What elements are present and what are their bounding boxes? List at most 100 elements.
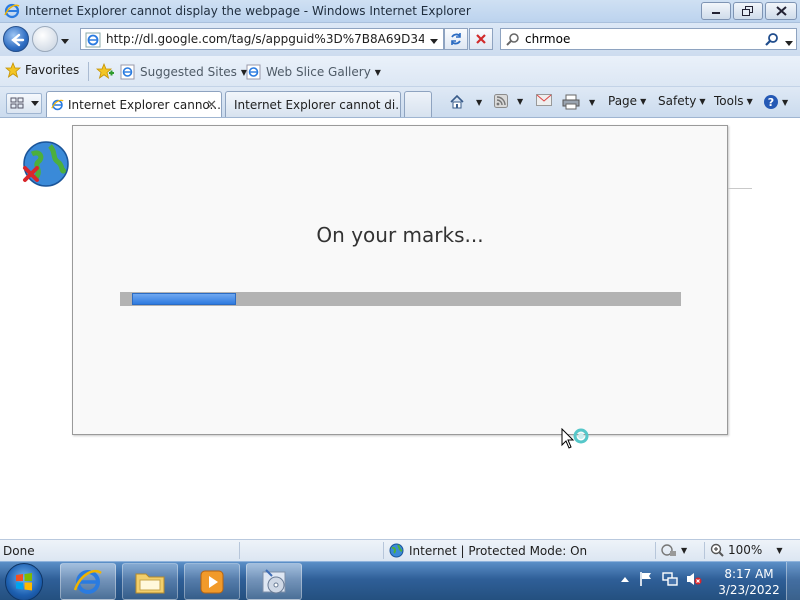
action-center-flag-icon[interactable] — [638, 571, 654, 587]
read-mail-button[interactable] — [536, 94, 552, 106]
tab-label: Internet Explorer canno... — [68, 97, 221, 112]
search-options-dropdown-icon[interactable] — [785, 35, 793, 49]
new-tab-button[interactable] — [404, 91, 432, 117]
globe-error-icon — [22, 140, 70, 191]
tools-menu-button[interactable]: Tools ▼ — [714, 94, 753, 108]
taskbar-internet-explorer[interactable] — [60, 563, 116, 600]
taskbar-clock[interactable]: 8:17 AM 3/23/2022 — [716, 566, 782, 598]
rss-icon — [494, 94, 508, 108]
ie-icon — [73, 569, 102, 594]
favorites-label: Favorites — [25, 63, 80, 77]
address-field[interactable]: http://dl.google.com/tag/s/appguid%3D%7B… — [80, 28, 444, 50]
favorites-separator — [88, 62, 89, 81]
chevron-down-icon: ▼ — [776, 545, 783, 555]
minimize-button[interactable] — [701, 2, 731, 20]
tools-menu-label: Tools — [714, 94, 744, 108]
address-dropdown-icon[interactable] — [429, 34, 439, 48]
network-icon[interactable] — [662, 571, 678, 587]
back-button[interactable] — [3, 26, 29, 52]
zoom-button[interactable]: 100% ▼ — [710, 543, 782, 557]
print-button[interactable]: ▼ — [562, 94, 595, 110]
progress-bar — [120, 292, 681, 306]
search-box[interactable] — [500, 28, 797, 50]
refresh-icon — [451, 33, 461, 45]
busy-cursor-icon — [561, 427, 591, 455]
suggested-sites-link[interactable]: Suggested Sites ▼ — [120, 64, 247, 80]
stop-button[interactable] — [469, 28, 493, 50]
start-button[interactable] — [5, 563, 43, 600]
title-bar: Internet Explorer cannot display the web… — [0, 0, 800, 23]
close-button[interactable] — [765, 2, 797, 20]
recent-pages-dropdown-icon[interactable] — [60, 34, 70, 48]
search-provider-icon — [506, 32, 520, 49]
chevron-down-icon: ▼ — [640, 96, 647, 106]
clock-time: 8:17 AM — [724, 567, 774, 581]
show-desktop-button[interactable] — [786, 562, 800, 600]
security-status-button[interactable]: ▼ — [661, 543, 687, 557]
printer-icon — [562, 94, 580, 110]
forward-button[interactable] — [32, 26, 58, 52]
help-icon: ? — [764, 95, 778, 109]
ie-page-icon — [120, 64, 135, 80]
clock-date: 3/23/2022 — [718, 583, 780, 597]
safety-menu-label: Safety — [658, 94, 697, 108]
page-menu-button[interactable]: Page ▼ — [608, 94, 646, 108]
folder-icon — [135, 573, 165, 593]
volume-muted-icon[interactable] — [686, 571, 702, 587]
url-text: http://dl.google.com/tag/s/appguid%3D%7B… — [106, 32, 424, 46]
window-title: Internet Explorer cannot display the web… — [25, 4, 471, 18]
globe-icon — [389, 543, 404, 558]
chevron-down-icon: ▼ — [374, 67, 381, 77]
search-icon[interactable] — [765, 32, 779, 49]
chevron-down-icon: ▼ — [746, 96, 753, 106]
tab-active[interactable]: Internet Explorer canno... ✕ — [46, 91, 222, 117]
ie-icon — [51, 99, 64, 110]
status-separator — [655, 542, 656, 559]
tab-label: Internet Explorer cannot di... — [234, 97, 401, 112]
ie-icon — [4, 3, 20, 19]
divider — [725, 188, 752, 189]
restore-button[interactable] — [733, 2, 763, 20]
star-icon — [5, 62, 21, 78]
show-hidden-icons-icon[interactable] — [620, 575, 630, 583]
suggested-sites-label: Suggested Sites — [140, 65, 237, 79]
chevron-down-icon: ▼ — [782, 97, 789, 107]
taskbar-media-player[interactable] — [184, 563, 240, 600]
close-tab-icon[interactable]: ✕ — [206, 98, 217, 113]
safety-menu-button[interactable]: Safety ▼ — [658, 94, 706, 108]
add-to-favorites-bar-icon[interactable] — [95, 62, 114, 82]
search-input[interactable] — [525, 31, 755, 47]
refresh-button[interactable] — [444, 28, 468, 50]
taskbar-installer[interactable] — [246, 563, 302, 600]
page-content: On your marks... — [0, 118, 800, 539]
tab-inactive[interactable]: Internet Explorer cannot di... — [225, 91, 401, 117]
progress-bar-fill — [132, 293, 236, 305]
help-button[interactable]: ? ▼ — [763, 94, 788, 110]
favorites-button[interactable]: Favorites — [5, 62, 79, 78]
status-text: Done — [3, 544, 35, 558]
chevron-down-icon: ▼ — [589, 97, 596, 107]
page-icon — [85, 32, 101, 51]
chevron-down-icon: ▼ — [517, 96, 524, 106]
quick-tabs-button[interactable] — [6, 93, 42, 114]
security-zone[interactable]: Internet | Protected Mode: On — [389, 543, 587, 558]
web-slice-gallery-link[interactable]: Web Slice Gallery ▼ — [246, 64, 381, 80]
taskbar-windows-explorer[interactable] — [122, 563, 178, 600]
security-icon — [661, 544, 676, 556]
page-menu-label: Page — [608, 94, 638, 108]
installer-icon — [262, 568, 286, 593]
windows-logo-icon — [16, 573, 32, 591]
zone-label: Internet | Protected Mode: On — [409, 543, 588, 558]
address-row: http://dl.google.com/tag/s/appguid%3D%7B… — [0, 23, 800, 56]
mail-icon — [536, 94, 552, 106]
chevron-down-icon: ▼ — [476, 97, 483, 107]
feeds-button[interactable]: ▼ — [494, 94, 523, 108]
status-separator — [383, 542, 384, 559]
home-button[interactable]: ▼ — [449, 94, 482, 110]
progress-dialog: On your marks... — [72, 125, 728, 435]
chevron-down-icon: ▼ — [699, 96, 706, 106]
home-icon — [450, 94, 464, 109]
tab-row: Internet Explorer canno... ✕ Internet Ex… — [0, 87, 800, 118]
system-tray — [620, 571, 702, 587]
chevron-down-icon: ▼ — [681, 545, 688, 555]
